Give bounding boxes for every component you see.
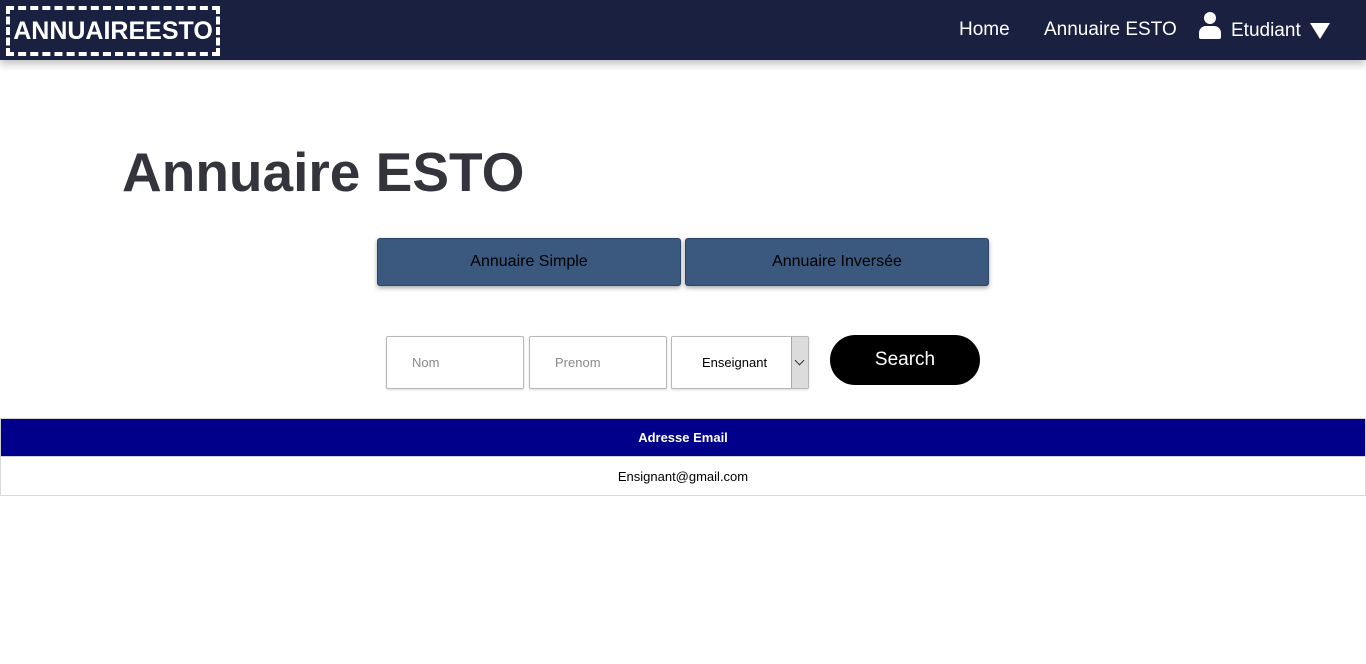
nav-link-annuaire-esto[interactable]: Annuaire ESTO — [1044, 19, 1177, 41]
user-label: Etudiant — [1231, 19, 1301, 41]
chevron-down-icon — [794, 355, 805, 366]
site-logo[interactable]: ANNUAIREESTO — [6, 6, 220, 56]
results-table: Adresse Email Ensignant@gmail.com — [0, 418, 1366, 496]
tab-annuaire-inversee[interactable]: Annuaire Inversée — [685, 238, 989, 286]
nav-link-home[interactable]: Home — [959, 19, 1010, 41]
page-title: Annuaire ESTO — [122, 141, 525, 203]
tab-annuaire-simple[interactable]: Annuaire Simple — [377, 238, 681, 286]
type-select-value: Enseignant — [702, 355, 768, 370]
table-row: Ensignant@gmail.com — [0, 456, 1366, 496]
table-header-row: Adresse Email — [0, 418, 1366, 457]
email-cell: Ensignant@gmail.com — [0, 456, 1366, 496]
prenom-input[interactable] — [529, 336, 667, 389]
nom-input[interactable] — [386, 336, 524, 389]
top-navbar: ANNUAIREESTO Home Annuaire ESTO Etudiant — [0, 0, 1366, 60]
user-dropdown[interactable]: Etudiant — [1198, 7, 1330, 47]
column-header-email: Adresse Email — [0, 418, 1366, 457]
caret-down-icon — [1309, 22, 1330, 39]
type-select[interactable]: Enseignant — [671, 336, 809, 389]
search-button[interactable]: Search — [830, 335, 980, 385]
select-arrow-button[interactable] — [791, 337, 808, 388]
user-icon — [1198, 11, 1222, 43]
